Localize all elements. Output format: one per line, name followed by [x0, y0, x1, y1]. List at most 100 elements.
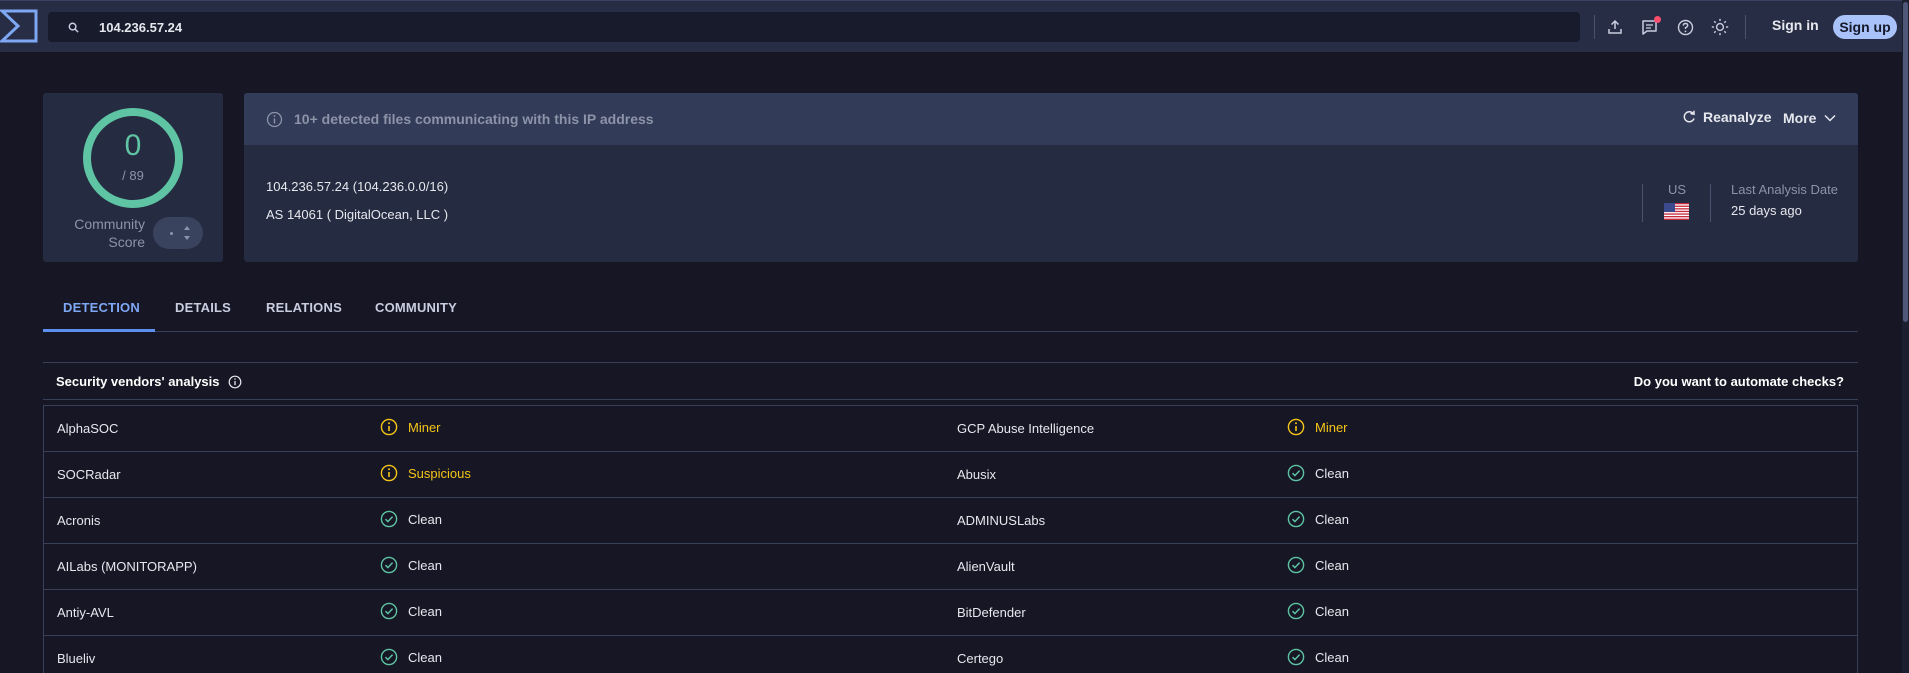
vendor-name[interactable]: Blueliv	[57, 651, 95, 666]
table-row: Acronis Clean ADMINUSLabs Clean	[44, 498, 1857, 544]
search-input[interactable]: 104.236.57.24	[99, 20, 182, 35]
verdict-label: Miner	[1315, 419, 1348, 435]
sign-up-button[interactable]: Sign up	[1833, 15, 1897, 39]
divider	[1745, 15, 1746, 39]
vendor-name[interactable]: AILabs (MONITORAPP)	[57, 559, 197, 574]
verdict-label: Clean	[1315, 649, 1349, 665]
active-tab-indicator	[43, 329, 155, 332]
vendor-verdict: Clean	[380, 648, 442, 666]
help-icon[interactable]	[1675, 17, 1695, 37]
vendor-verdict: Miner	[1287, 418, 1348, 436]
vendor-verdict: Clean	[1287, 648, 1349, 666]
vendor-verdict: Clean	[1287, 510, 1349, 528]
verdict-label: Clean	[408, 649, 442, 665]
table-row: AlphaSOC Miner GCP Abuse Intelligence Miner	[44, 406, 1857, 452]
top-bar: 104.236.57.24 Sign in Sign up	[0, 0, 1909, 52]
check-circle-icon	[1287, 510, 1305, 528]
tab-community[interactable]: COMMUNITY	[375, 300, 457, 315]
verdict-label: Clean	[408, 603, 442, 619]
ip-info-card: 10+ detected files communicating with th…	[244, 93, 1858, 262]
verdict-label: Clean	[408, 557, 442, 573]
verdict-label: Miner	[408, 419, 441, 435]
vendor-verdict: Clean	[380, 510, 442, 528]
alert-circle-icon	[380, 464, 398, 482]
check-circle-icon	[1287, 648, 1305, 666]
alert-circle-icon	[1287, 418, 1305, 436]
check-circle-icon	[1287, 556, 1305, 574]
search-icon	[68, 22, 79, 33]
automate-checks-link[interactable]: Do you want to automate checks?	[1634, 374, 1844, 389]
vendor-name[interactable]: AlienVault	[957, 559, 1015, 574]
alert-circle-icon	[380, 418, 398, 436]
vendor-verdict: Clean	[1287, 602, 1349, 620]
sun-icon[interactable]	[1710, 17, 1730, 37]
virustotal-logo[interactable]	[0, 9, 38, 43]
community-vote-toggle[interactable]	[153, 217, 203, 249]
detected-files-banner[interactable]: 10+ detected files communicating with th…	[294, 111, 654, 127]
community-score-label: Community Score	[74, 216, 145, 250]
engine-total: / 89	[122, 168, 144, 183]
chevron-down-icon	[1824, 114, 1836, 122]
vendor-name[interactable]: ADMINUSLabs	[957, 513, 1045, 528]
divider	[1642, 184, 1643, 222]
last-analysis-value: 25 days ago	[1731, 203, 1802, 218]
vendors-title: Security vendors' analysis	[56, 374, 242, 389]
search-bar[interactable]: 104.236.57.24	[48, 12, 1580, 42]
reanalyze-button[interactable]: Reanalyze	[1682, 109, 1771, 125]
verdict-label: Clean	[1315, 603, 1349, 619]
check-circle-icon	[380, 556, 398, 574]
notification-dot	[1654, 16, 1661, 23]
vendor-verdict: Clean	[380, 556, 442, 574]
info-icon[interactable]	[228, 375, 242, 389]
vendors-header: Security vendors' analysis Do you want t…	[43, 362, 1858, 400]
vote-dot	[170, 232, 173, 235]
tab-relations[interactable]: RELATIONS	[266, 300, 342, 315]
page-scrollbar[interactable]	[1902, 0, 1909, 673]
check-circle-icon	[380, 648, 398, 666]
vendors-table: AlphaSOC Miner GCP Abuse Intelligence Miner…	[43, 405, 1858, 673]
vendor-name[interactable]: Acronis	[57, 513, 100, 528]
refresh-icon	[1683, 110, 1695, 123]
divider	[1710, 184, 1711, 222]
upload-icon[interactable]	[1605, 17, 1625, 37]
vendor-name[interactable]: Antiy-AVL	[57, 605, 114, 620]
vendor-verdict: Clean	[1287, 556, 1349, 574]
check-circle-icon	[380, 510, 398, 528]
upvote-icon[interactable]	[184, 226, 190, 230]
last-analysis-label: Last Analysis Date	[1731, 182, 1838, 197]
vendor-name[interactable]: BitDefender	[957, 605, 1026, 620]
as-owner[interactable]: AS 14061 ( DigitalOcean, LLC )	[266, 207, 448, 222]
chat-icon[interactable]	[1640, 16, 1661, 37]
vendor-name[interactable]: SOCRadar	[57, 467, 121, 482]
verdict-label: Clean	[1315, 557, 1349, 573]
more-dropdown[interactable]: More	[1783, 110, 1836, 126]
info-banner: 10+ detected files communicating with th…	[244, 93, 1858, 145]
verdict-label: Suspicious	[408, 465, 471, 481]
detection-count: 0	[124, 129, 142, 162]
sign-in-link[interactable]: Sign in	[1772, 17, 1819, 33]
verdict-label: Clean	[1315, 465, 1349, 481]
downvote-icon[interactable]	[184, 236, 190, 240]
vendor-verdict: Miner	[380, 418, 441, 436]
us-flag-icon	[1664, 203, 1689, 220]
verdict-label: Clean	[408, 511, 442, 527]
detection-score-card: 0 / 89 Community Score	[43, 93, 223, 262]
vendor-name[interactable]: Certego	[957, 651, 1003, 666]
vendor-name[interactable]: AlphaSOC	[57, 421, 118, 436]
ip-address-range[interactable]: 104.236.57.24 (104.236.0.0/16)	[266, 179, 448, 194]
vendor-name[interactable]: GCP Abuse Intelligence	[957, 421, 1094, 436]
report-tabs: DETECTION DETAILS RELATIONS COMMUNITY	[43, 290, 1858, 332]
check-circle-icon	[1287, 602, 1305, 620]
vendor-verdict: Clean	[380, 602, 442, 620]
check-circle-icon	[1287, 464, 1305, 482]
scrollbar-thumb[interactable]	[1903, 2, 1908, 322]
tab-details[interactable]: DETAILS	[175, 300, 231, 315]
divider	[1594, 15, 1595, 39]
table-row: AILabs (MONITORAPP) Clean AlienVault Clean	[44, 544, 1857, 590]
check-circle-icon	[380, 602, 398, 620]
vendor-verdict: Suspicious	[380, 464, 471, 482]
info-icon	[266, 111, 283, 128]
vendor-name[interactable]: Abusix	[957, 467, 996, 482]
vendor-verdict: Clean	[1287, 464, 1349, 482]
tab-detection[interactable]: DETECTION	[63, 300, 140, 315]
